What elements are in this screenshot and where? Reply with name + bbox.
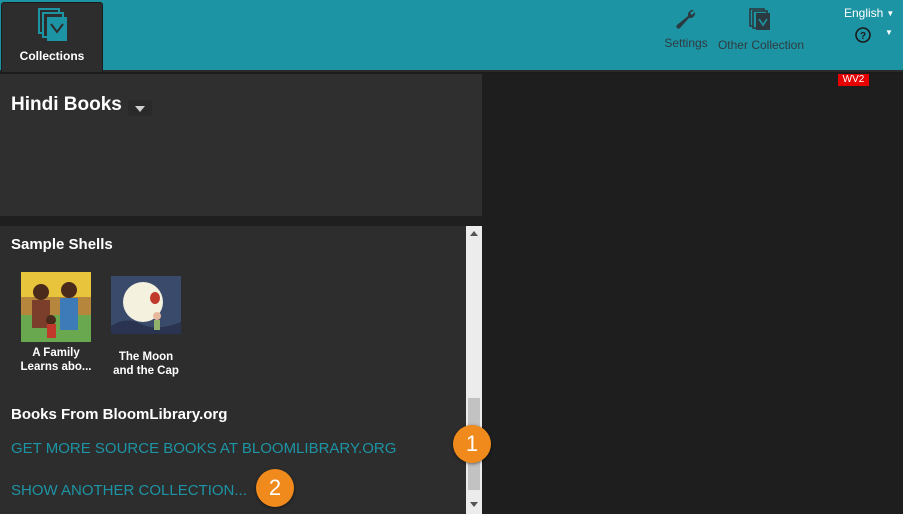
vertical-scrollbar[interactable] bbox=[466, 226, 482, 514]
scroll-up-icon[interactable] bbox=[470, 231, 478, 236]
book-caption-line1: The Moon bbox=[118, 351, 174, 363]
family-book-thumbnail bbox=[21, 272, 91, 342]
chevron-down-icon: ▼ bbox=[886, 9, 895, 18]
sample-shells-heading: Sample Shells bbox=[11, 236, 113, 253]
language-selector[interactable]: English ▼ bbox=[844, 6, 894, 20]
callout-marker: 1 bbox=[453, 425, 491, 463]
scroll-down-icon[interactable] bbox=[470, 502, 478, 507]
other-collection-button[interactable]: Other Collection bbox=[716, 8, 806, 52]
settings-label: Settings bbox=[664, 36, 708, 50]
book-caption-line2: Learns abo... bbox=[20, 361, 92, 373]
book-caption-line1: A Family bbox=[32, 347, 80, 359]
callout-marker: 2 bbox=[256, 469, 294, 507]
tab-collections[interactable]: Collections bbox=[1, 2, 103, 72]
bloomlibrary-heading: Books From BloomLibrary.org bbox=[11, 406, 228, 423]
show-another-collection-link[interactable]: SHOW ANOTHER COLLECTION... bbox=[11, 482, 247, 499]
book-item-family[interactable]: A Family Learns abo... bbox=[16, 272, 96, 374]
settings-button[interactable]: Settings bbox=[662, 8, 710, 50]
other-collection-icon bbox=[749, 8, 770, 30]
wrench-icon bbox=[676, 9, 696, 29]
panel-divider bbox=[0, 216, 482, 226]
svg-text:?: ? bbox=[860, 31, 866, 42]
top-toolbar: Collections Settings Other Collection En… bbox=[0, 0, 903, 72]
other-collection-label: Other Collection bbox=[717, 38, 805, 52]
moon-book-thumbnail bbox=[111, 276, 181, 346]
source-books-list: Sample Shells A Family Learns abo... The… bbox=[0, 226, 466, 514]
chevron-down-icon bbox=[135, 106, 145, 112]
help-dropdown-icon[interactable]: ▼ bbox=[885, 28, 893, 37]
get-more-books-link[interactable]: GET MORE SOURCE BOOKS AT BLOOMLIBRARY.OR… bbox=[11, 440, 396, 457]
book-item-moon[interactable]: The Moon and the Cap bbox=[106, 276, 186, 378]
help-icon[interactable]: ? bbox=[854, 26, 872, 44]
book-preview-pane bbox=[482, 74, 903, 514]
collections-icon bbox=[38, 8, 67, 41]
collection-header: Hindi Books bbox=[0, 74, 482, 216]
wv2-badge: WV2 bbox=[838, 74, 869, 86]
book-caption-line2: and the Cap bbox=[113, 365, 179, 377]
collection-title: Hindi Books bbox=[11, 94, 122, 115]
collections-panel: Hindi Books Sample Shells A Family Learn… bbox=[0, 74, 482, 514]
tab-collections-label: Collections bbox=[19, 49, 85, 63]
collection-dropdown-button[interactable] bbox=[128, 100, 152, 116]
language-label: English bbox=[844, 6, 884, 20]
